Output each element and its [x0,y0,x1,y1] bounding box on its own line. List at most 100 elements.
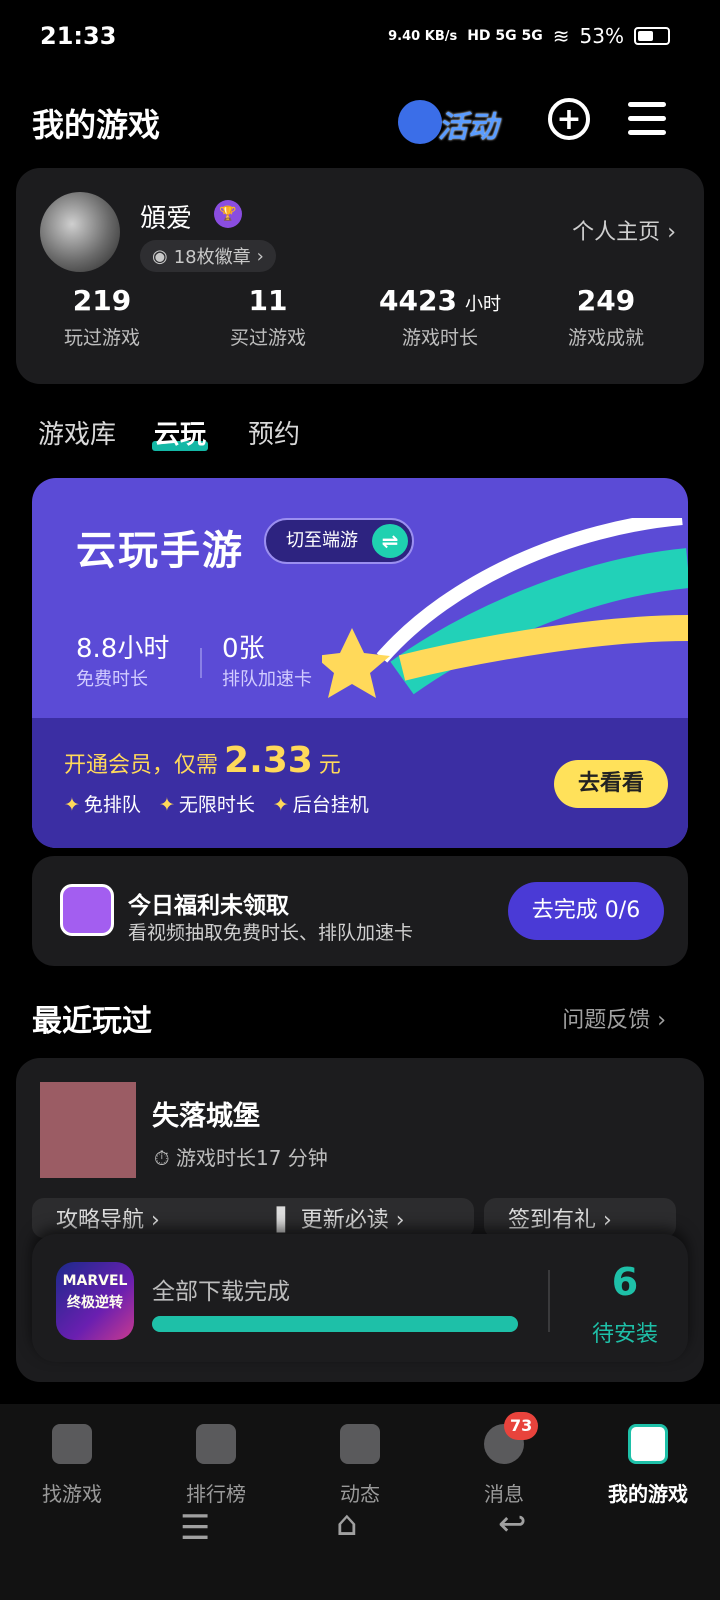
tab-cloud[interactable]: 云玩 [151,414,209,451]
free-time: 8.8小时 免费时长 [76,628,169,691]
profile-card[interactable]: 頒爱 🏆 ◉ 18枚徽章 › 个人主页 › 219 玩过游戏 11 买过游戏 4… [16,168,704,384]
divider [548,1270,550,1332]
tv-gift-icon [60,884,114,936]
stat-unit: 小时 [464,294,501,315]
switch-pc-button[interactable]: 切至端游 ⇌ [264,518,414,564]
chevron-right-icon: › [650,1008,666,1033]
feedback-link[interactable]: 问题反馈 › [562,1002,666,1034]
nav-find-games[interactable]: 找游戏 [0,1424,144,1507]
queue-card: 0张 排队加速卡 [222,628,312,691]
nav-ranking[interactable]: 排行榜 [144,1424,288,1507]
playtime-text: 游戏时长17 分钟 [175,1146,328,1170]
free-time-value: 8.8小时 [76,634,170,664]
stat-value: 249 [576,284,636,317]
game-name: 失落城堡 [152,1101,260,1132]
stat-achievements[interactable]: 249 游戏成就 [520,284,692,350]
find-game-icon [52,1424,92,1464]
stat-label: 买过游戏 [229,327,306,349]
stopwatch-icon: ⏱ [154,1146,176,1170]
perk-item: 无限时长 [159,790,255,817]
switch-label: 切至端游 [286,530,358,551]
username: 頒爱 [140,204,193,234]
net-speed: 9.40 KB/s [388,28,458,44]
checkin-chip-label: 签到有礼 › [508,1208,612,1233]
vip-offer: 开通会员，仅需 2.33 元 [64,740,341,781]
vip-perks: 免排队 无限时长 后台挂机 [64,790,369,817]
menu-icon[interactable]: ☰ [180,1508,210,1548]
tab-library[interactable]: 游戏库 [38,414,116,451]
queue-card-label: 排队加速卡 [222,669,312,690]
pending-install-count: 6 [611,1260,639,1304]
complete-task-button[interactable]: 去完成 0/6 [508,882,664,940]
bottom-nav: 找游戏 排行榜 动态 消息 73 我的游戏 ☰ ⌂ ↩ [0,1404,720,1600]
stat-played[interactable]: 219 玩过游戏 [16,284,188,350]
activity-icon [398,100,442,144]
gamepad-icon [628,1424,668,1464]
chevron-right-icon: › [667,220,676,245]
battery-percent: 53% [579,24,624,48]
checkin-chip[interactable]: 签到有礼 › [484,1198,676,1238]
stat-playtime[interactable]: 4423 小时 游戏时长 [354,284,526,350]
menu-icon-line [628,116,666,121]
download-progress-bar [152,1316,518,1332]
download-status-bar[interactable]: MARVEL 终极逆转 全部下载完成 6 待安装 [32,1234,688,1362]
vip-suffix: 元 [318,753,341,778]
vip-section: 开通会员，仅需2.33元 免排队 无限时长 后台挂机 去看看 [32,718,688,848]
nav-label: 找游戏 [42,1482,102,1506]
message-count-badge: 73 [504,1412,539,1440]
recent-section-title: 最近玩过 [32,1004,152,1039]
page-title: 我的游戏 [32,106,161,144]
feed-icon [340,1424,380,1464]
status-bar: 21:33 9.40 KB/s HD 5G 5G ≋ 53% [0,0,720,76]
stat-label: 玩过游戏 [63,327,140,349]
activity-button[interactable]: 活动 [398,96,516,145]
stat-value: 4423 [379,284,457,317]
vip-prefix: 开通会员，仅需 [64,753,219,778]
menu-icon-line [628,130,666,135]
nav-label: 我的游戏 [608,1482,688,1506]
chevron-right-icon: › [256,245,264,267]
back-icon[interactable]: ↩ [498,1504,527,1544]
activity-label: 活动 [438,110,498,145]
homepage-link[interactable]: 个人主页 › [572,214,676,246]
medal-icon: ◉ [152,245,168,267]
divider [200,648,202,678]
welfare-title: 今日福利未领取 [128,893,289,919]
menu-button[interactable] [628,102,666,136]
plus-icon: + [556,101,582,137]
ranking-icon [196,1424,236,1464]
swap-icon: ⇌ [372,524,408,558]
perk-item: 免排队 [64,790,141,817]
guide-chip-label: 攻略导航 › [56,1208,160,1233]
pending-install-label: 待安装 [591,1322,658,1347]
menu-icon [628,102,666,107]
go-see-button[interactable]: 去看看 [554,760,668,808]
free-time-label: 免费时长 [76,669,148,690]
nav-label: 消息 [484,1482,524,1506]
cloud-play-banner[interactable]: 云玩手游 切至端游 ⇌ 8.8小时 免费时长 0张 排队加速卡 开通会员，仅需 2… [32,478,688,848]
stat-label: 游戏成就 [567,327,644,349]
homepage-label: 个人主页 [572,220,661,245]
game-app-icon: MARVEL 终极逆转 [56,1262,134,1340]
stat-bought[interactable]: 11 买过游戏 [182,284,354,350]
guide-chip[interactable]: 攻略导航 › ▌ 更新必读 › [32,1198,474,1238]
home-icon[interactable]: ⌂ [336,1504,358,1544]
badges-button[interactable]: ◉ 18枚徽章 › [140,240,276,272]
banner-title: 云玩手游 [76,528,244,574]
game-cover[interactable] [40,1082,136,1178]
nav-my-games[interactable]: 我的游戏 [576,1424,720,1507]
welfare-subtitle: 看视频抽取免费时长、排队加速卡 [128,922,414,944]
trophy-badge-icon: 🏆 [214,200,242,228]
nav-feed[interactable]: 动态 [288,1424,432,1507]
stat-value: 219 [72,284,132,317]
add-button[interactable]: + [548,98,590,140]
download-status: 全部下载完成 [152,1279,290,1305]
daily-welfare-card[interactable]: 今日福利未领取 看视频抽取免费时长、排队加速卡 去完成 0/6 [32,856,688,966]
signal-icons: HD 5G 5G [467,28,543,44]
tab-reserve[interactable]: 预约 [248,414,300,451]
nav-messages[interactable]: 消息 [432,1424,576,1507]
download-progress-fill [152,1316,518,1332]
battery-icon [634,27,670,45]
avatar[interactable] [40,192,120,272]
wifi-icon: ≋ [552,24,570,48]
